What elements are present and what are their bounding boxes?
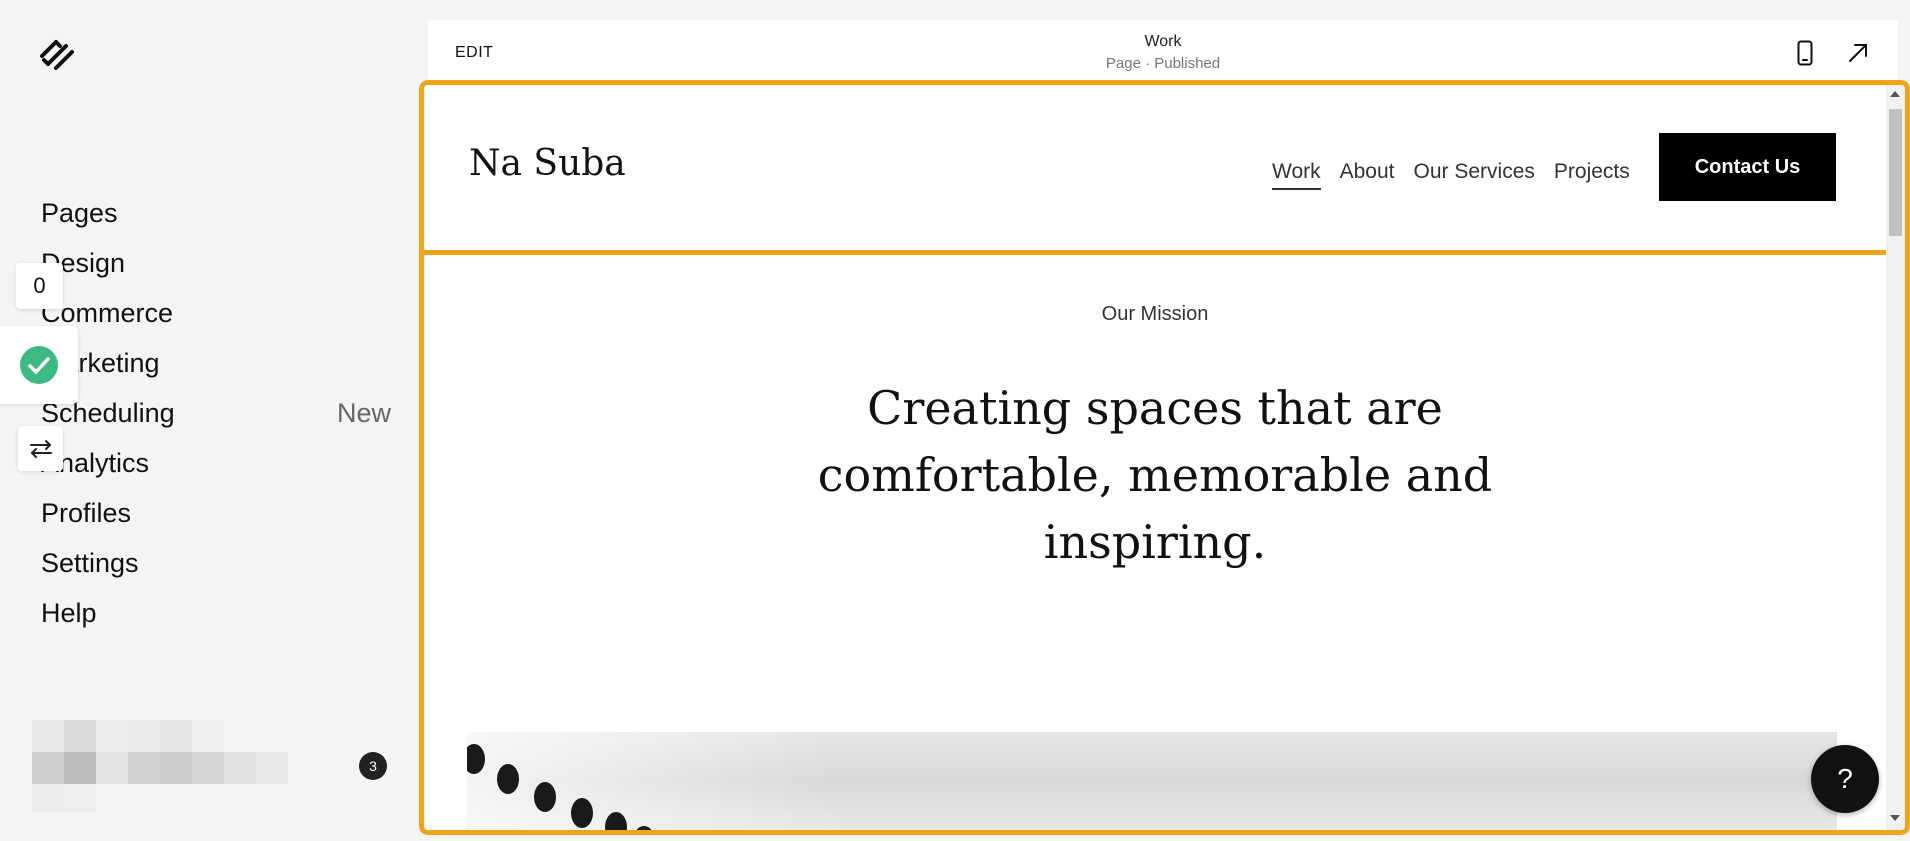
- help-button[interactable]: ?: [1811, 745, 1879, 813]
- site-logo[interactable]: Na Suba: [469, 143, 626, 184]
- nav-item-settings[interactable]: Settings: [41, 538, 391, 588]
- float-counter[interactable]: 0: [16, 263, 63, 309]
- page-status: Page · Published: [1105, 55, 1221, 72]
- site-nav-about[interactable]: About: [1340, 160, 1395, 190]
- headline-line: comfortable, memorable and: [817, 448, 1493, 502]
- mission-label: Our Mission: [1101, 303, 1209, 325]
- site-nav-our-services[interactable]: Our Services: [1414, 160, 1535, 190]
- editor-topbar: EDIT Work Page · Published: [428, 20, 1898, 84]
- scroll-thumb[interactable]: [1889, 109, 1902, 236]
- scroll-up-icon[interactable]: [1890, 91, 1900, 97]
- nav-item-label: Settings: [41, 547, 139, 578]
- hero-headline: Creating spaces that are comfortable, me…: [814, 375, 1496, 576]
- nav-item-label: Pages: [41, 197, 118, 228]
- site-nav-work[interactable]: Work: [1272, 160, 1321, 190]
- check-status-button[interactable]: [0, 326, 78, 404]
- nav-item-scheduling[interactable]: Scheduling New: [41, 388, 391, 438]
- hero-image: [467, 732, 1837, 830]
- nav-item-design[interactable]: Design: [41, 238, 391, 288]
- nav-item-analytics[interactable]: Analytics: [41, 438, 391, 488]
- squarespace-logo-icon[interactable]: [38, 38, 78, 72]
- site-header[interactable]: Na Suba Work About Our Services Projects…: [424, 85, 1886, 255]
- preview-scrollbar[interactable]: [1886, 85, 1905, 830]
- headline-line: Creating spaces that are: [867, 381, 1443, 435]
- left-sidebar: Pages Design Commerce Marketing Scheduli…: [0, 0, 415, 841]
- main-nav: Pages Design Commerce Marketing Scheduli…: [41, 188, 391, 638]
- nav-item-marketing[interactable]: Marketing: [41, 338, 391, 388]
- swap-button[interactable]: [18, 426, 63, 471]
- notification-badge[interactable]: 3: [359, 752, 387, 780]
- mobile-preview-icon[interactable]: [1790, 38, 1820, 68]
- nav-item-label: Help: [41, 597, 97, 628]
- site-nav: Work About Our Services Projects: [1272, 160, 1630, 190]
- site-nav-projects[interactable]: Projects: [1554, 160, 1630, 190]
- swap-arrows-icon: [29, 439, 52, 458]
- headline-line: inspiring.: [1043, 515, 1267, 569]
- contact-us-button[interactable]: Contact Us: [1659, 133, 1836, 201]
- check-icon: [20, 346, 58, 384]
- new-badge: New: [336, 397, 391, 428]
- page-title: Work: [1144, 33, 1182, 50]
- nav-item-help[interactable]: Help: [41, 588, 391, 638]
- account-avatar-blurred[interactable]: [32, 720, 297, 815]
- open-external-icon[interactable]: [1843, 38, 1873, 68]
- nav-item-commerce[interactable]: Commerce: [41, 288, 391, 338]
- nav-item-label: Profiles: [41, 497, 132, 528]
- scroll-down-icon[interactable]: [1890, 815, 1900, 821]
- nav-item-pages[interactable]: Pages: [41, 188, 391, 238]
- site-preview-frame[interactable]: Na Suba Work About Our Services Projects…: [419, 80, 1910, 835]
- nav-item-profiles[interactable]: Profiles: [41, 488, 391, 538]
